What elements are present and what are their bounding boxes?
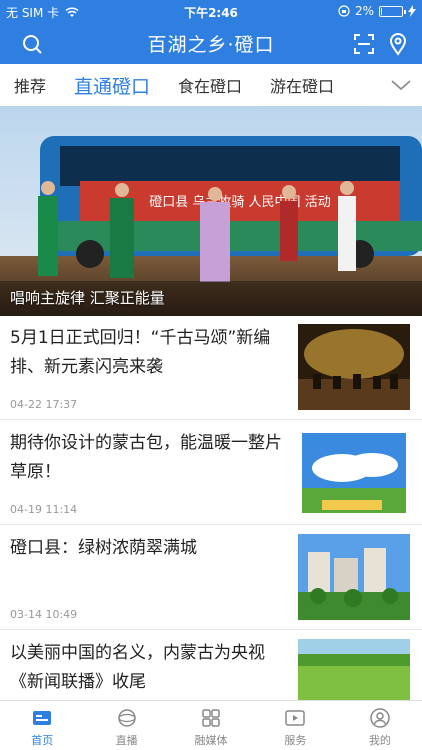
user-icon	[370, 708, 390, 728]
bus-banner-text: 磴口县 乌兰牧骑 人民中国 活动	[149, 194, 330, 210]
banner-caption: 唱响主旋律 汇聚正能量	[10, 289, 165, 307]
orientation-lock-icon	[338, 5, 350, 17]
nav-label: 融媒体	[194, 734, 228, 747]
tab-food[interactable]: 食在磴口	[164, 73, 242, 97]
news-item[interactable]: 期待你设计的蒙古包，能温暖一整片草原！ 04-19 11:14	[0, 421, 422, 525]
news-item[interactable]: 磴口县：绿树浓荫翠满城 03-14 10:49	[0, 526, 422, 630]
news-thumbnail	[298, 534, 410, 620]
news-time: 03-14 10:49	[10, 608, 78, 621]
featured-banner[interactable]: 磴口县 乌兰牧骑 人民中国 活动 唱响主旋律 汇聚正能量	[0, 106, 422, 316]
location-icon[interactable]	[386, 32, 410, 56]
news-title: 期待你设计的蒙古包，能温暖一整片草原！	[10, 433, 282, 482]
top-navbar: 百湖之乡·磴口	[0, 24, 422, 64]
battery-percent: 2%	[354, 4, 374, 18]
news-thumbnail	[298, 324, 410, 410]
scan-icon[interactable]	[352, 32, 376, 56]
news-title: 以美丽中国的名义，内蒙古为央视《新闻联播》收尾	[10, 643, 265, 692]
play-box-icon	[285, 710, 306, 726]
nav-home[interactable]: 首页	[0, 701, 84, 750]
news-time: 04-19 11:14	[10, 503, 78, 516]
bottom-tab-bar: 首页 直播 融媒体 服务 我的	[0, 700, 422, 750]
news-item[interactable]: 5月1日正式回归！“千古马颂”新编排、新元素闪亮来袭 04-22 17:37	[0, 316, 422, 420]
nav-media[interactable]: 融媒体	[169, 701, 253, 750]
nav-label: 首页	[31, 734, 54, 747]
tab-travel[interactable]: 游在磴口	[256, 73, 334, 97]
status-bar: 无 SIM 卡 下午2:46 2%	[0, 0, 422, 24]
news-thumbnail	[298, 639, 410, 700]
nav-mine[interactable]: 我的	[338, 701, 422, 750]
nav-service[interactable]: 服务	[253, 701, 337, 750]
news-time: 04-22 17:37	[10, 398, 78, 411]
battery-icon	[379, 5, 406, 17]
news-title: 5月1日正式回归！“千古马颂”新编排、新元素闪亮来袭	[10, 328, 271, 377]
banner-image: 磴口县 乌兰牧骑 人民中国 活动	[0, 106, 422, 316]
tab-dengkou-direct[interactable]: 直通磴口	[60, 72, 150, 99]
live-icon	[117, 709, 136, 727]
news-title: 磴口县：绿树浓荫翠满城	[10, 538, 197, 558]
grid-icon	[202, 709, 220, 727]
news-item[interactable]: 以美丽中国的名义，内蒙古为央视《新闻联播》收尾	[0, 631, 422, 700]
nav-label: 服务	[284, 734, 307, 747]
charging-icon	[408, 5, 416, 17]
nav-label: 我的	[368, 734, 391, 747]
category-tabs: 推荐 直通磴口 食在磴口 游在磴口	[0, 64, 422, 106]
nav-label: 直播	[115, 734, 138, 747]
nav-live[interactable]: 直播	[84, 701, 168, 750]
home-news-icon	[33, 711, 52, 725]
tab-recommend[interactable]: 推荐	[0, 73, 46, 97]
news-thumbnail	[302, 433, 406, 513]
chevron-down-icon[interactable]	[390, 76, 412, 94]
